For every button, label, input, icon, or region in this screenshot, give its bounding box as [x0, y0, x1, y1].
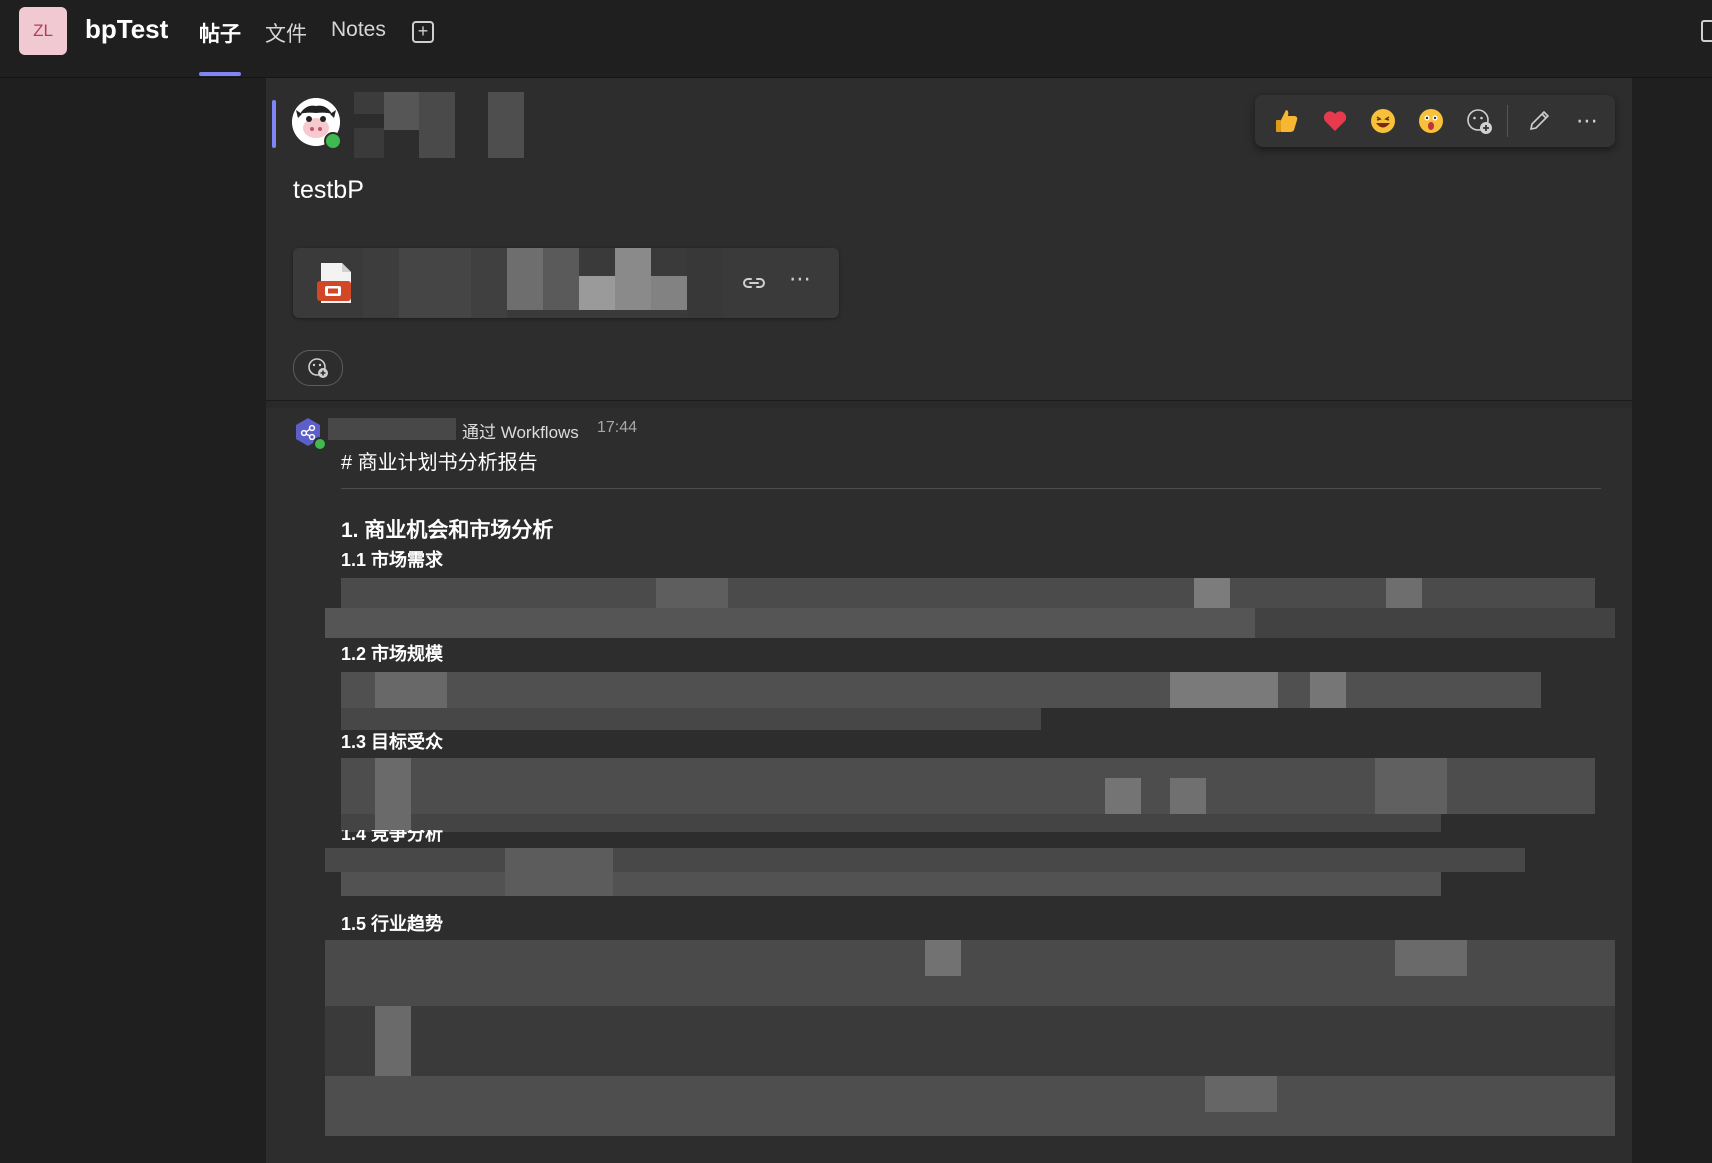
team-name[interactable]: bpTest [85, 14, 168, 45]
edit-icon[interactable] [1523, 105, 1555, 137]
redacted-filename-block [687, 248, 723, 318]
report-heading: # 商业计划书分析报告 [341, 452, 538, 474]
redacted-name-block [354, 92, 384, 114]
active-tab-indicator [199, 72, 241, 76]
laughing-emoji[interactable] [1367, 105, 1399, 137]
surprised-emoji[interactable] [1415, 105, 1447, 137]
redacted-name-block [488, 92, 524, 158]
subsection-heading: 1.2 市场规模 [341, 644, 444, 664]
more-icon[interactable]: ⋯ [787, 268, 813, 296]
tab-files[interactable]: 文件 [265, 18, 307, 48]
file-attachment[interactable]: ⋯ [293, 248, 839, 318]
tab-posts[interactable]: 帖子 [199, 18, 241, 48]
redacted-filename-block [651, 276, 687, 310]
post-title: testbP [293, 176, 364, 204]
message-timestamp: 17:44 [597, 419, 638, 436]
plus-square-icon[interactable]: + [412, 21, 434, 43]
team-avatar[interactable]: ZL [19, 7, 67, 55]
redacted-filename-block [543, 248, 579, 310]
add-reaction-icon [308, 358, 328, 378]
redacted-name-block [384, 92, 419, 130]
divider [341, 488, 1601, 489]
add-reaction-icon[interactable] [1463, 105, 1495, 137]
channel-feed: testbP ⋯ ⋯ 通过 Workflows 17:44 # 商业计划书分析报… [266, 78, 1632, 1163]
workflow-reply: 通过 Workflows 17:44 # 商业计划书分析报告 1. 商业机会和市… [266, 408, 1632, 1163]
window-icon[interactable] [1701, 20, 1712, 42]
redacted-filename-block [471, 248, 507, 318]
subsection-heading: 1.3 目标受众 [341, 732, 444, 752]
redacted-sender-name [328, 418, 456, 440]
reaction-toolbar: ⋯ [1255, 95, 1615, 147]
redacted-filename-block [615, 248, 651, 310]
redacted-filename-block [579, 276, 615, 310]
redacted-name-block [419, 92, 455, 158]
add-reaction-button[interactable] [293, 350, 343, 386]
tab-notes[interactable]: Notes [331, 18, 386, 42]
top-bar: ZL bpTest 帖子 文件 Notes + [0, 0, 1712, 78]
link-icon[interactable] [741, 270, 767, 296]
redacted-filename-block [363, 248, 399, 318]
redacted-filename-block [399, 248, 471, 318]
powerpoint-file-icon [317, 263, 351, 303]
section-heading: 1. 商业机会和市场分析 [341, 519, 554, 542]
presence-available-icon [313, 437, 327, 451]
toolbar-divider [1507, 105, 1508, 137]
redacted-filename-block [507, 248, 543, 310]
via-workflows-label: 通过 Workflows [462, 423, 579, 442]
subsection-heading: 1.5 行业趋势 [341, 914, 444, 934]
thumbs-up-emoji[interactable] [1271, 105, 1303, 137]
redacted-name-block [354, 128, 384, 158]
presence-available-icon [324, 132, 342, 150]
more-options-icon[interactable]: ⋯ [1571, 105, 1603, 137]
post-accent-bar [272, 100, 276, 148]
heart-emoji[interactable] [1319, 105, 1351, 137]
subsection-heading: 1.1 市场需求 [341, 550, 444, 570]
